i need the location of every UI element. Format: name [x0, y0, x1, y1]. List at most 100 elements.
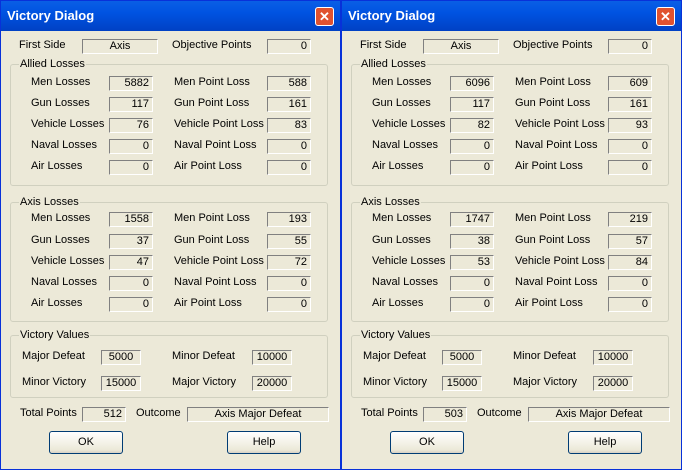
allied-naval-losses-field: 0 [109, 139, 153, 154]
allied-vehicle-point-loss-label: Vehicle Point Loss [174, 118, 264, 130]
major-defeat-label: Major Defeat [22, 350, 85, 362]
allied-gun-point-loss-label: Gun Point Loss [174, 97, 250, 109]
help-button[interactable]: Help [568, 431, 642, 454]
axis-vehicle-losses-field: 47 [109, 255, 153, 270]
victory-values-title: Victory Values [19, 329, 91, 341]
allied-air-losses-label: Air Losses [31, 160, 83, 172]
axis-men-point-loss-label: Men Point Loss [174, 212, 250, 224]
minor-victory-field: 15000 [442, 376, 482, 391]
dialog-title: Victory Dialog [348, 8, 436, 23]
close-button[interactable]: ✕ [315, 7, 334, 26]
allied-naval-losses-field: 0 [450, 139, 494, 154]
axis-men-point-loss-field: 193 [267, 212, 311, 227]
axis-naval-losses-label: Naval Losses [372, 276, 439, 288]
allied-naval-point-loss-label: Naval Point Loss [174, 139, 257, 151]
axis-air-losses-label: Air Losses [31, 297, 83, 309]
major-victory-field: 20000 [252, 376, 292, 391]
allied-air-point-loss-field: 0 [608, 160, 652, 175]
allied-naval-point-loss-label: Naval Point Loss [515, 139, 598, 151]
outcome-field: Axis Major Defeat [187, 407, 329, 422]
victory-values-title: Victory Values [360, 329, 432, 341]
axis-men-losses-label: Men Losses [372, 212, 432, 224]
total-points-label: Total Points [361, 407, 418, 419]
ok-button[interactable]: OK [390, 431, 464, 454]
axis-gun-losses-field: 38 [450, 234, 494, 249]
title-bar[interactable]: Victory Dialog ✕ [342, 1, 681, 31]
axis-naval-point-loss-field: 0 [267, 276, 311, 291]
objective-points-field: 0 [267, 39, 311, 54]
objective-points-label: Objective Points [513, 39, 593, 51]
allied-air-point-loss-label: Air Point Loss [174, 160, 242, 172]
outcome-field: Axis Major Defeat [528, 407, 670, 422]
axis-gun-point-loss-label: Gun Point Loss [515, 234, 591, 246]
axis-air-point-loss-label: Air Point Loss [515, 297, 583, 309]
axis-vehicle-point-loss-label: Vehicle Point Loss [515, 255, 605, 267]
minor-defeat-field: 10000 [252, 350, 292, 365]
total-points-field: 503 [423, 407, 467, 422]
major-defeat-label: Major Defeat [363, 350, 426, 362]
allied-naval-point-loss-field: 0 [267, 139, 311, 154]
allied-gun-point-loss-field: 161 [608, 97, 652, 112]
minor-victory-label: Minor Victory [363, 376, 427, 388]
axis-naval-losses-field: 0 [450, 276, 494, 291]
allied-men-point-loss-field: 609 [608, 76, 652, 91]
axis-vehicle-losses-label: Vehicle Losses [31, 255, 105, 267]
allied-air-losses-field: 0 [450, 160, 494, 175]
allied-gun-losses-field: 117 [450, 97, 494, 112]
major-defeat-field: 5000 [442, 350, 482, 365]
axis-air-losses-field: 0 [109, 297, 153, 312]
first-side-field: Axis [423, 39, 499, 54]
axis-air-point-loss-field: 0 [608, 297, 652, 312]
allied-vehicle-losses-label: Vehicle Losses [31, 118, 105, 130]
allied-naval-losses-label: Naval Losses [31, 139, 98, 151]
axis-vehicle-losses-label: Vehicle Losses [372, 255, 446, 267]
major-victory-label: Major Victory [172, 376, 236, 388]
allied-air-point-loss-field: 0 [267, 160, 311, 175]
title-bar[interactable]: Victory Dialog ✕ [1, 1, 340, 31]
ok-button[interactable]: OK [49, 431, 123, 454]
axis-men-point-loss-field: 219 [608, 212, 652, 227]
allied-gun-losses-field: 117 [109, 97, 153, 112]
allied-air-losses-label: Air Losses [372, 160, 424, 172]
axis-gun-point-loss-field: 57 [608, 234, 652, 249]
allied-gun-point-loss-field: 161 [267, 97, 311, 112]
allied-gun-point-loss-label: Gun Point Loss [515, 97, 591, 109]
axis-vehicle-point-loss-label: Vehicle Point Loss [174, 255, 264, 267]
allied-vehicle-losses-label: Vehicle Losses [372, 118, 446, 130]
total-points-field: 512 [82, 407, 126, 422]
allied-naval-losses-label: Naval Losses [372, 139, 439, 151]
close-icon: ✕ [660, 9, 671, 24]
first-side-label: First Side [19, 39, 66, 51]
major-defeat-field: 5000 [101, 350, 141, 365]
allied-gun-losses-label: Gun Losses [31, 97, 90, 109]
allied-air-point-loss-label: Air Point Loss [515, 160, 583, 172]
axis-naval-point-loss-label: Naval Point Loss [174, 276, 257, 288]
allied-losses-title: Allied Losses [360, 58, 427, 70]
minor-defeat-label: Minor Defeat [172, 350, 235, 362]
allied-men-losses-field: 6096 [450, 76, 494, 91]
axis-air-losses-label: Air Losses [372, 297, 424, 309]
allied-men-point-loss-field: 588 [267, 76, 311, 91]
allied-men-losses-label: Men Losses [31, 76, 91, 88]
axis-gun-losses-label: Gun Losses [372, 234, 431, 246]
close-button[interactable]: ✕ [656, 7, 675, 26]
total-points-label: Total Points [20, 407, 77, 419]
victory-dialog-left: Victory Dialog ✕ First Side Axis Objecti… [0, 0, 341, 470]
minor-defeat-field: 10000 [593, 350, 633, 365]
allied-vehicle-point-loss-field: 93 [608, 118, 652, 133]
help-button[interactable]: Help [227, 431, 301, 454]
outcome-label: Outcome [136, 407, 181, 419]
allied-losses-title: Allied Losses [19, 58, 86, 70]
dialog-title: Victory Dialog [7, 8, 95, 23]
minor-victory-label: Minor Victory [22, 376, 86, 388]
major-victory-label: Major Victory [513, 376, 577, 388]
first-side-label: First Side [360, 39, 407, 51]
allied-vehicle-losses-field: 82 [450, 118, 494, 133]
victory-dialog-right: Victory Dialog ✕ First Side Axis Objecti… [341, 0, 682, 470]
axis-gun-losses-label: Gun Losses [31, 234, 90, 246]
axis-men-losses-label: Men Losses [31, 212, 91, 224]
allied-gun-losses-label: Gun Losses [372, 97, 431, 109]
major-victory-field: 20000 [593, 376, 633, 391]
minor-victory-field: 15000 [101, 376, 141, 391]
allied-vehicle-point-loss-field: 83 [267, 118, 311, 133]
